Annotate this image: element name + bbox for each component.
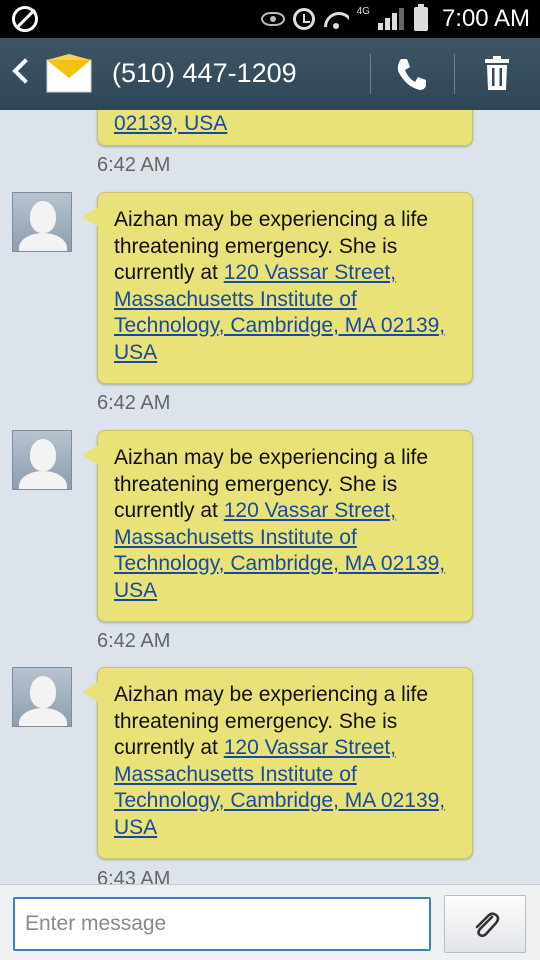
contact-avatar[interactable]: [12, 667, 72, 727]
status-bar: 4G 7:00 AM: [0, 0, 540, 38]
paperclip-icon: [475, 912, 500, 938]
battery-icon: [413, 4, 428, 31]
message-bubble[interactable]: Aizhan may be experiencing a life threat…: [82, 667, 473, 859]
blocked-icon: [12, 6, 38, 32]
network-type-label: 4G: [356, 5, 370, 17]
message-timestamp: 6:43 AM: [97, 868, 171, 884]
divider: [454, 54, 455, 94]
wifi-icon: [323, 8, 349, 30]
back-icon[interactable]: [12, 58, 38, 84]
composer-bar: [0, 884, 540, 960]
message-input[interactable]: [13, 897, 431, 951]
attach-button[interactable]: [444, 895, 526, 953]
message-bubble-partial: 02139, USA: [97, 110, 473, 146]
status-icons: 4G 7:00 AM: [260, 0, 530, 38]
envelope-icon: [46, 54, 92, 93]
divider: [370, 54, 371, 94]
contact-avatar[interactable]: [12, 192, 72, 252]
message-bubble[interactable]: Aizhan may be experiencing a life threat…: [82, 192, 473, 384]
action-bar: (510) 447-1209: [0, 38, 540, 110]
contact-avatar[interactable]: [12, 430, 72, 490]
phone-icon[interactable]: [394, 56, 428, 92]
message-bubble[interactable]: Aizhan may be experiencing a life threat…: [82, 430, 473, 622]
alarm-icon: [292, 8, 315, 30]
contact-title: (510) 447-1209: [112, 58, 297, 88]
status-time: 7:00 AM: [441, 5, 530, 32]
message-timestamp: 6:42 AM: [97, 392, 171, 414]
eye-icon: [260, 12, 285, 26]
message-timestamp: 6:42 AM: [97, 630, 171, 652]
signal-icon: [377, 8, 406, 30]
conversation-list[interactable]: 02139, USA 6:42 AM Aizhan may be experie…: [0, 110, 540, 884]
address-link[interactable]: 02139, USA: [114, 112, 227, 135]
message-timestamp: 6:42 AM: [97, 154, 171, 176]
trash-icon[interactable]: [482, 56, 512, 90]
